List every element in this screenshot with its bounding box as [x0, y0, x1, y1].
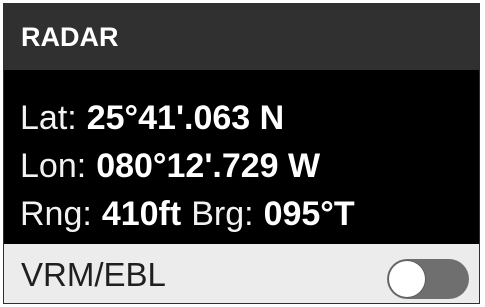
radar-panel: RADAR Lat: 25°41'.063 N Lon: 080°12'.729… [3, 3, 480, 304]
latitude-row: Lat: 25°41'.063 N [20, 94, 479, 142]
vrm-ebl-row[interactable]: VRM/EBL [4, 244, 479, 303]
longitude-value: 080°12'.729 W [96, 147, 321, 185]
toggle-knob [389, 261, 425, 297]
latitude-value: 25°41'.063 N [86, 99, 285, 137]
longitude-row: Lon: 080°12'.729 W [20, 142, 479, 190]
longitude-label: Lon: [20, 147, 87, 185]
range-label: Rng: [20, 195, 92, 233]
vrm-ebl-toggle[interactable] [387, 259, 469, 299]
bearing-value: 095°T [263, 195, 355, 233]
vrm-ebl-label: VRM/EBL [21, 255, 166, 293]
panel-header: RADAR [4, 4, 479, 70]
range-value: 410ft [101, 195, 182, 233]
bearing-label: Brg: [191, 195, 254, 233]
cursor-readouts: Lat: 25°41'.063 N Lon: 080°12'.729 W Rng… [4, 70, 479, 244]
panel-title: RADAR [21, 21, 119, 52]
range-bearing-row: Rng: 410ft Brg: 095°T [20, 190, 479, 238]
latitude-label: Lat: [20, 99, 77, 137]
